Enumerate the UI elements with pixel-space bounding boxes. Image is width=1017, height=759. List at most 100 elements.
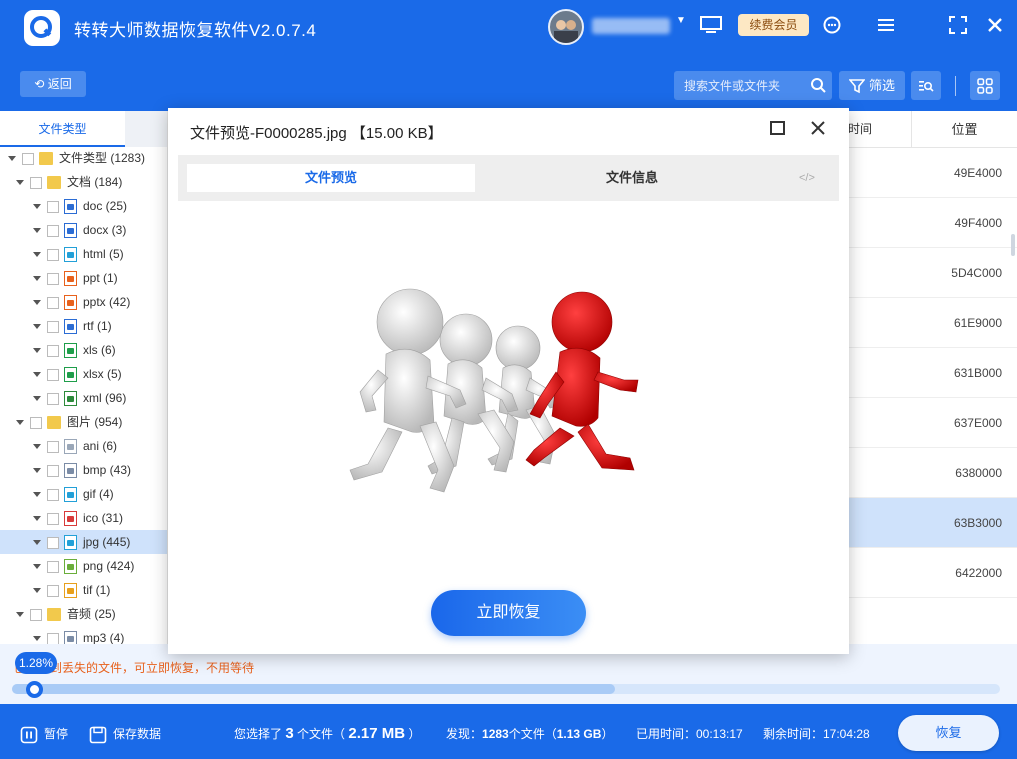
column-header-time[interactable]: 时间 xyxy=(848,111,872,148)
recover-now-button[interactable]: 立即恢复 xyxy=(431,590,586,636)
tree-checkbox[interactable] xyxy=(47,560,59,573)
tree-node[interactable]: jpg (445) xyxy=(0,530,167,554)
monitor-icon[interactable] xyxy=(700,16,722,37)
tree-node-label: tif (1) xyxy=(83,583,111,597)
tree-node[interactable]: xlsx (5) xyxy=(0,362,167,386)
expand-caret-icon[interactable] xyxy=(33,516,41,522)
user-menu-caret-icon[interactable]: ▼ xyxy=(676,15,686,26)
tree-checkbox[interactable] xyxy=(30,608,42,621)
tree-node[interactable]: tif (1) xyxy=(0,578,167,602)
expand-caret-icon[interactable] xyxy=(33,396,41,402)
renew-vip-button[interactable]: 续费会员 xyxy=(738,14,809,36)
close-icon[interactable] xyxy=(809,119,827,137)
expand-caret-icon[interactable] xyxy=(33,468,41,474)
tree-checkbox[interactable] xyxy=(22,152,34,165)
tree-checkbox[interactable] xyxy=(47,296,59,309)
tree-node[interactable]: ani (6) xyxy=(0,434,167,458)
tree-node[interactable]: mp3 (4) xyxy=(0,626,167,644)
filter-button[interactable]: 筛选 xyxy=(839,71,905,100)
tree-checkbox[interactable] xyxy=(47,632,59,644)
recover-button[interactable]: 恢复 xyxy=(898,715,999,751)
username-blurred[interactable] xyxy=(592,18,670,34)
expand-caret-icon[interactable] xyxy=(33,252,41,258)
tree-checkbox[interactable] xyxy=(47,248,59,261)
grid-view-button[interactable] xyxy=(970,71,1000,100)
tree-checkbox[interactable] xyxy=(47,440,59,453)
save-data-button[interactable]: 保存数据 xyxy=(89,704,161,759)
tree-node[interactable]: 文档 (184) xyxy=(0,170,167,194)
expand-caret-icon[interactable] xyxy=(33,228,41,234)
expand-caret-icon[interactable] xyxy=(33,276,41,282)
maximize-icon[interactable] xyxy=(770,121,785,135)
tab-file-type[interactable]: 文件类型 xyxy=(0,111,125,147)
expand-caret-icon[interactable] xyxy=(33,588,41,594)
tree-checkbox[interactable] xyxy=(47,512,59,525)
tree-checkbox[interactable] xyxy=(47,200,59,213)
tab-file-info[interactable]: 文件信息 xyxy=(478,164,786,192)
tree-checkbox[interactable] xyxy=(47,464,59,477)
list-scrollbar[interactable] xyxy=(1011,234,1015,256)
search-box[interactable] xyxy=(674,71,832,100)
tree-checkbox[interactable] xyxy=(30,416,42,429)
column-header-position[interactable]: 位置 xyxy=(912,111,1017,148)
expand-caret-icon[interactable] xyxy=(33,324,41,330)
list-search-button[interactable] xyxy=(911,71,941,100)
tree-node[interactable]: gif (4) xyxy=(0,482,167,506)
code-view-icon[interactable]: </> xyxy=(799,164,815,192)
fullscreen-icon[interactable] xyxy=(948,15,968,35)
back-button[interactable]: ⟲ 返回 xyxy=(20,71,86,97)
tree-checkbox[interactable] xyxy=(47,584,59,597)
expand-caret-icon[interactable] xyxy=(33,564,41,570)
tree-node[interactable]: 图片 (954) xyxy=(0,410,167,434)
expand-caret-icon[interactable] xyxy=(8,156,16,162)
tree-node[interactable]: xml (96) xyxy=(0,386,167,410)
expand-caret-icon[interactable] xyxy=(33,372,41,378)
expand-caret-icon[interactable] xyxy=(16,612,24,618)
tree-node[interactable]: ppt (1) xyxy=(0,266,167,290)
search-input[interactable] xyxy=(674,71,804,100)
tree-node[interactable]: bmp (43) xyxy=(0,458,167,482)
tree-node[interactable]: 音频 (25) xyxy=(0,602,167,626)
expand-caret-icon[interactable] xyxy=(33,492,41,498)
file-type-badge xyxy=(67,252,74,259)
tree-checkbox[interactable] xyxy=(30,176,42,189)
expand-caret-icon[interactable] xyxy=(16,180,24,186)
position-cell: 61E9000 xyxy=(953,316,1002,330)
back-label: 返回 xyxy=(47,77,72,91)
tree-node[interactable]: pptx (42) xyxy=(0,290,167,314)
tree-node[interactable]: xls (6) xyxy=(0,338,167,362)
menu-icon[interactable] xyxy=(876,15,896,35)
expand-caret-icon[interactable] xyxy=(33,348,41,354)
save-icon xyxy=(89,726,107,744)
position-cell: 49E4000 xyxy=(953,166,1002,180)
support-icon[interactable] xyxy=(822,15,842,35)
search-icon[interactable] xyxy=(810,77,826,93)
tree-node[interactable]: 文件类型 (1283) xyxy=(0,146,167,170)
tab-file-preview[interactable]: 文件预览 xyxy=(187,164,475,192)
tree-node[interactable]: html (5) xyxy=(0,242,167,266)
expand-caret-icon[interactable] xyxy=(33,540,41,546)
tree-checkbox[interactable] xyxy=(47,272,59,285)
tree-node[interactable]: rtf (1) xyxy=(0,314,167,338)
tree-checkbox[interactable] xyxy=(47,224,59,237)
file-type-badge xyxy=(67,468,74,475)
pause-button[interactable]: 暂停 xyxy=(20,704,68,759)
tree-node[interactable]: ico (31) xyxy=(0,506,167,530)
tree-checkbox[interactable] xyxy=(47,344,59,357)
tree-checkbox[interactable] xyxy=(47,488,59,501)
expand-caret-icon[interactable] xyxy=(33,300,41,306)
expand-caret-icon[interactable] xyxy=(33,444,41,450)
expand-caret-icon[interactable] xyxy=(16,420,24,426)
tree-node[interactable]: doc (25) xyxy=(0,194,167,218)
close-app-icon[interactable] xyxy=(985,15,1005,35)
tree-node[interactable]: png (424) xyxy=(0,554,167,578)
tree-node[interactable]: docx (3) xyxy=(0,218,167,242)
tree-checkbox[interactable] xyxy=(47,536,59,549)
tree-checkbox[interactable] xyxy=(47,320,59,333)
expand-caret-icon[interactable] xyxy=(33,636,41,642)
tree-checkbox[interactable] xyxy=(47,392,59,405)
tree-node-label: jpg (445) xyxy=(83,535,131,549)
expand-caret-icon[interactable] xyxy=(33,204,41,210)
user-avatar[interactable] xyxy=(548,9,584,45)
tree-checkbox[interactable] xyxy=(47,368,59,381)
